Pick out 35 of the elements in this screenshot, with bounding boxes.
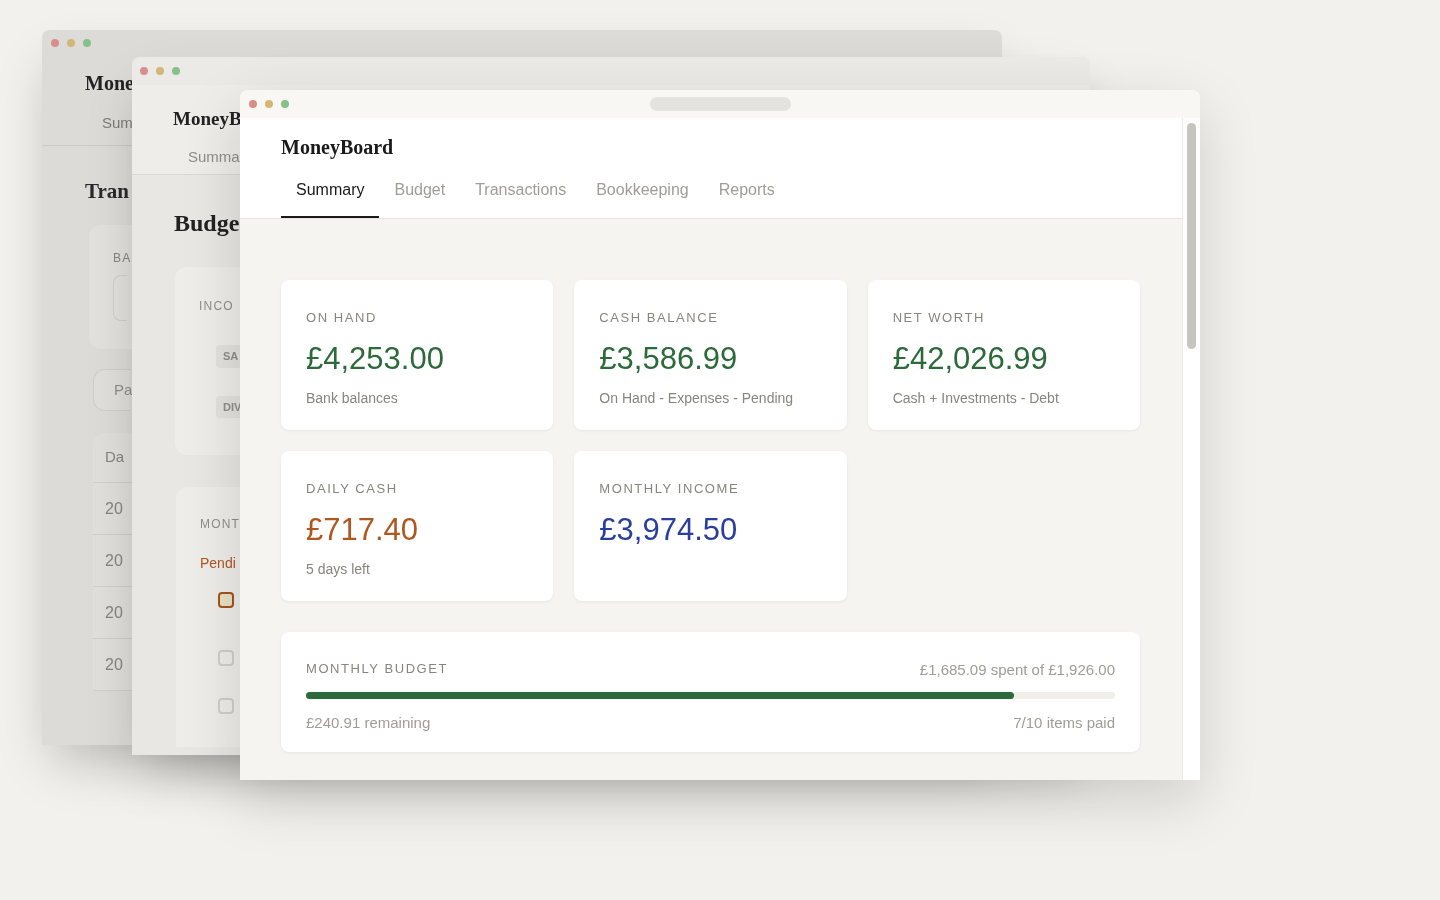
income-label: INCO	[199, 298, 234, 315]
app-logo: MoneyB	[173, 107, 242, 131]
stat-label: NET WORTH	[892, 309, 985, 327]
nav-tab[interactable]: Bookkeeping	[581, 176, 704, 218]
nav-tab[interactable]: Summa	[188, 145, 240, 168]
filter-label: BA	[113, 250, 132, 267]
stat-note: Cash + Investments - Debt	[892, 389, 1059, 408]
nav-tab[interactable]: Reports	[703, 176, 790, 218]
page-total-pill: Pa	[93, 369, 130, 411]
nav-tab[interactable]: Transactions	[460, 176, 582, 218]
nav-tab[interactable]: Budget	[379, 176, 461, 218]
remaining-text: £240.91 remaining	[306, 712, 431, 733]
nav-tab[interactable]: Summary	[281, 176, 380, 218]
stat-note: Bank balances	[306, 389, 398, 408]
checkbox[interactable]	[218, 592, 234, 608]
stat-note: 5 days left	[306, 560, 370, 579]
items-paid-text: 7/10 items paid	[1013, 712, 1115, 733]
page-heading: Tran	[85, 177, 129, 205]
stat-label: MONTHLY INCOME	[599, 480, 740, 498]
monthly-label: MONT	[200, 516, 241, 533]
stat-value: £3,974.50	[599, 510, 738, 549]
scrollbar-thumb[interactable]	[1187, 123, 1196, 349]
app-logo: MoneyBoard	[281, 135, 394, 161]
stat-label: CASH BALANCE	[599, 309, 719, 327]
stat-value: £4,253.00	[306, 339, 444, 378]
stat-note: On Hand - Expenses - Pending	[599, 389, 794, 408]
app-logo: Mone	[85, 71, 134, 96]
nav-tab[interactable]: Sum	[102, 112, 133, 135]
page-heading: Budge	[174, 209, 240, 238]
stat-value: £42,026.99	[892, 339, 1048, 378]
stat-label: ON HAND	[306, 309, 377, 327]
pending-label: Pendi	[200, 554, 236, 573]
budget-summary: £1,685.09 spent of £1,926.00	[919, 660, 1115, 680]
bank-select[interactable]	[113, 275, 127, 321]
stat-value: £3,586.99	[599, 339, 738, 378]
